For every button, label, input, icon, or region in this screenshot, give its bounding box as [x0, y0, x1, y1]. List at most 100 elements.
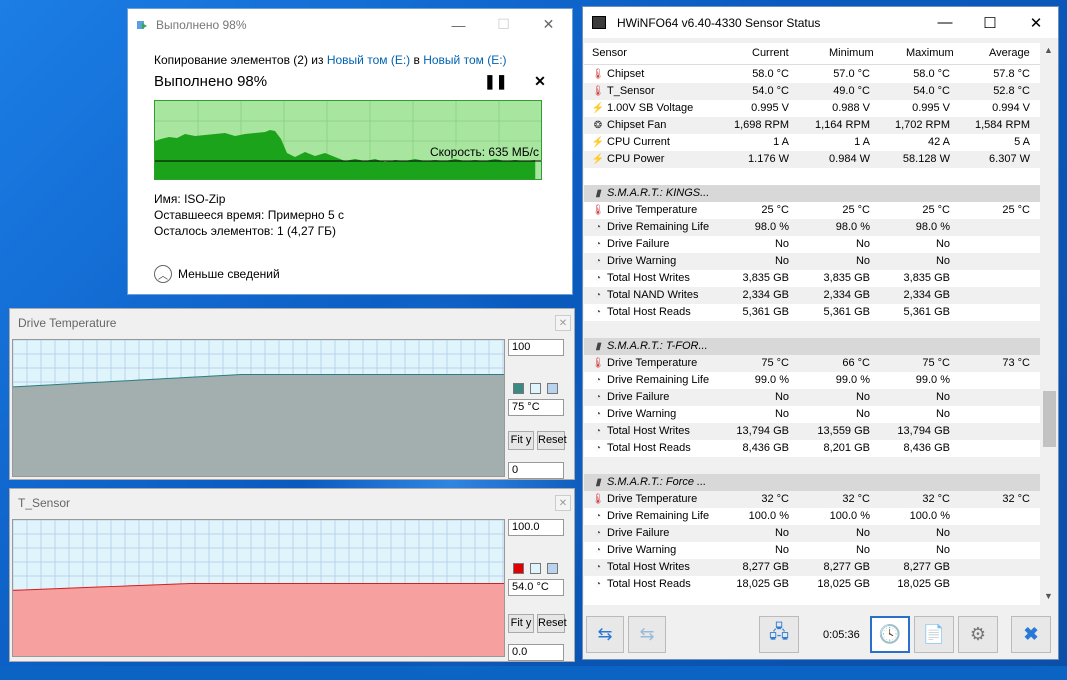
- minimize-button[interactable]: —: [436, 9, 481, 40]
- close-button[interactable]: ✕: [1013, 7, 1059, 38]
- pause-button[interactable]: ❚❚: [484, 73, 507, 90]
- gauge-icon: ◔: [594, 392, 602, 403]
- table-row[interactable]: ◔ Total Host Reads 8,436 GB 8,201 GB 8,436 G…: [584, 440, 1040, 457]
- line-color-swatch[interactable]: [513, 383, 524, 394]
- maximize-button[interactable]: ☐: [481, 9, 526, 40]
- dialog-titlebar[interactable]: Выполнено 98% — ☐ ✕: [128, 9, 572, 40]
- close-icon[interactable]: ✕: [555, 495, 571, 511]
- table-row[interactable]: ◔ Total Host Writes 13,794 GB 13,559 GB 13,7…: [584, 423, 1040, 440]
- minimize-button[interactable]: —: [922, 7, 968, 38]
- table-row[interactable]: ◔ Total Host Reads 5,361 GB 5,361 GB 5,361 G…: [584, 304, 1040, 321]
- min-value-box: 0.0: [508, 644, 564, 661]
- col-minimum[interactable]: Minimum: [829, 47, 874, 59]
- sensor-group-row[interactable]: ▮ S.M.A.R.T.: KINGS...: [584, 185, 1040, 202]
- sensor-name: S.M.A.R.T.: KINGS...: [607, 187, 710, 199]
- cancel-button[interactable]: ✕: [531, 73, 549, 90]
- close-button[interactable]: ✕: [526, 9, 571, 40]
- table-row[interactable]: ◔ Drive Failure No No No: [584, 389, 1040, 406]
- fit-y-button[interactable]: Fit y: [508, 614, 534, 633]
- table-row[interactable]: ◔ Total NAND Writes 2,334 GB 2,334 GB 2,334 …: [584, 287, 1040, 304]
- col-current[interactable]: Current: [752, 47, 789, 59]
- value-average: 52.8 °C: [993, 85, 1030, 97]
- nav-arrows-disabled-icon[interactable]: ⇆: [628, 616, 666, 653]
- table-row[interactable]: ❂ Chipset Fan 1,698 RPM 1,164 RPM 1,702 RPM 1…: [584, 117, 1040, 134]
- table-row[interactable]: ◔ Total Host Reads 18,025 GB 18,025 GB 18,02…: [584, 576, 1040, 593]
- speed-graph: Скорость: 635 МБ/с: [154, 100, 542, 180]
- table-row[interactable]: 🌡 Chipset 58.0 °C 57.0 °C 58.0 °C 57.8 °C: [584, 66, 1040, 83]
- scroll-up-icon[interactable]: ▲: [1044, 45, 1053, 55]
- graph-title: Drive Temperature: [18, 316, 117, 330]
- table-row[interactable]: ◔ Drive Remaining Life 98.0 % 98.0 % 98.0 %: [584, 219, 1040, 236]
- table-row[interactable]: ◔ Drive Failure No No No: [584, 236, 1040, 253]
- clock-icon[interactable]: 🕓: [870, 616, 910, 653]
- table-row[interactable]: ⚡ CPU Power 1.176 W 0.984 W 58.128 W 6.307 W: [584, 151, 1040, 168]
- settings-gear-icon[interactable]: ⚙: [958, 616, 998, 653]
- hwinfo-titlebar[interactable]: HWiNFO64 v6.40-4330 Sensor Status — ☐ ✕: [583, 7, 1058, 38]
- line-color-swatch[interactable]: [513, 563, 524, 574]
- value-minimum: 0.984 W: [829, 153, 870, 165]
- table-row[interactable]: 🌡 Drive Temperature 75 °C 66 °C 75 °C 73 °C: [584, 355, 1040, 372]
- value-maximum: No: [935, 238, 950, 250]
- table-row[interactable]: ◔ Drive Remaining Life 99.0 % 99.0 % 99.0 %: [584, 372, 1040, 389]
- value-current: 100.0 %: [748, 510, 789, 522]
- gauge-icon: ◔: [594, 511, 602, 522]
- scrollbar-thumb[interactable]: [1043, 391, 1056, 447]
- col-maximum[interactable]: Maximum: [906, 47, 954, 59]
- value-current: No: [774, 527, 789, 539]
- background-color-swatch[interactable]: [530, 563, 541, 574]
- sensor-group-row[interactable]: ▮ S.M.A.R.T.: T-FOR...: [584, 338, 1040, 355]
- background-color-swatch[interactable]: [530, 383, 541, 394]
- reset-button[interactable]: Reset: [537, 431, 567, 450]
- table-row[interactable]: ⚡ 1.00V SB Voltage 0.995 V 0.988 V 0.995 V 0.…: [584, 100, 1040, 117]
- thermometer-icon: 🌡: [591, 69, 605, 80]
- table-row[interactable]: ⚡ CPU Current 1 A 1 A 42 A 5 A: [584, 134, 1040, 151]
- sensor-name: Total Host Writes: [607, 561, 690, 573]
- value-maximum: 2,334 GB: [903, 289, 950, 301]
- table-row[interactable]: ◔ Drive Warning No No No: [584, 406, 1040, 423]
- table-row[interactable]: ◔ Drive Failure No No No: [584, 525, 1040, 542]
- copy-prefix: Копирование элементов (2) из: [154, 53, 327, 67]
- grid-color-swatch[interactable]: [547, 563, 558, 574]
- value-maximum: 18,025 GB: [897, 578, 950, 590]
- fit-y-button[interactable]: Fit y: [508, 431, 534, 450]
- t-sensor-plot: [12, 519, 505, 657]
- table-row[interactable]: 🌡 Drive Temperature 25 °C 25 °C 25 °C 25 °C: [584, 202, 1040, 219]
- value-average: 32 °C: [1002, 493, 1030, 505]
- vertical-scrollbar[interactable]: ▲ ▼: [1041, 43, 1058, 605]
- hwinfo-sensor-window: HWiNFO64 v6.40-4330 Sensor Status — ☐ ✕ …: [582, 6, 1059, 660]
- reset-button[interactable]: Reset: [537, 614, 567, 633]
- table-row[interactable]: ◔ Total Host Writes 8,277 GB 8,277 GB 8,277 …: [584, 559, 1040, 576]
- col-average[interactable]: Average: [989, 47, 1030, 59]
- maximize-button[interactable]: ☐: [967, 7, 1013, 38]
- value-current: 13,794 GB: [736, 425, 789, 437]
- col-sensor[interactable]: Sensor: [592, 47, 627, 59]
- table-row[interactable]: ◔ Drive Warning No No No: [584, 542, 1040, 559]
- table-row[interactable]: ◔ Total Host Writes 3,835 GB 3,835 GB 3,835 …: [584, 270, 1040, 287]
- less-details-toggle[interactable]: ︿ Меньше сведений: [154, 265, 280, 283]
- t-sensor-graph-window: T_Sensor ✕ 100.0 54.0 °C Fit y Reset 0.0: [9, 488, 575, 662]
- value-maximum: 58.128 W: [902, 153, 950, 165]
- grid-color-swatch[interactable]: [547, 383, 558, 394]
- graph-area: [13, 583, 504, 656]
- nav-arrows-icon[interactable]: ⇆: [586, 616, 624, 653]
- dialog-title: Выполнено 98%: [156, 17, 247, 32]
- sensor-name: Drive Failure: [607, 391, 670, 403]
- table-row[interactable]: 🌡 T_Sensor 54.0 °C 49.0 °C 54.0 °C 52.8 °C: [584, 83, 1040, 100]
- add-report-icon[interactable]: 📄: [914, 616, 954, 653]
- scroll-down-icon[interactable]: ▼: [1044, 591, 1053, 601]
- value-maximum: 0.995 V: [912, 102, 950, 114]
- sensor-group-row[interactable]: ▮ S.M.A.R.T.: Force ...: [584, 474, 1040, 491]
- thermometer-icon: 🌡: [591, 358, 605, 369]
- network-icon[interactable]: 🖧: [759, 616, 799, 653]
- value-maximum: No: [935, 527, 950, 539]
- drive-icon: ▮: [595, 341, 601, 352]
- table-row[interactable]: ◔ Drive Warning No No No: [584, 253, 1040, 270]
- table-row[interactable]: ◔ Drive Remaining Life 100.0 % 100.0 % 100.0…: [584, 508, 1040, 525]
- value-minimum: 98.0 %: [835, 221, 870, 233]
- close-icon[interactable]: ✕: [555, 315, 571, 331]
- dest-link[interactable]: Новый том (E:): [423, 53, 506, 67]
- table-row[interactable]: 🌡 Drive Temperature 32 °C 32 °C 32 °C 32 °C: [584, 491, 1040, 508]
- value-minimum: 1 A: [854, 136, 870, 148]
- source-link[interactable]: Новый том (E:): [327, 53, 410, 67]
- close-x-icon[interactable]: ✖: [1011, 616, 1051, 653]
